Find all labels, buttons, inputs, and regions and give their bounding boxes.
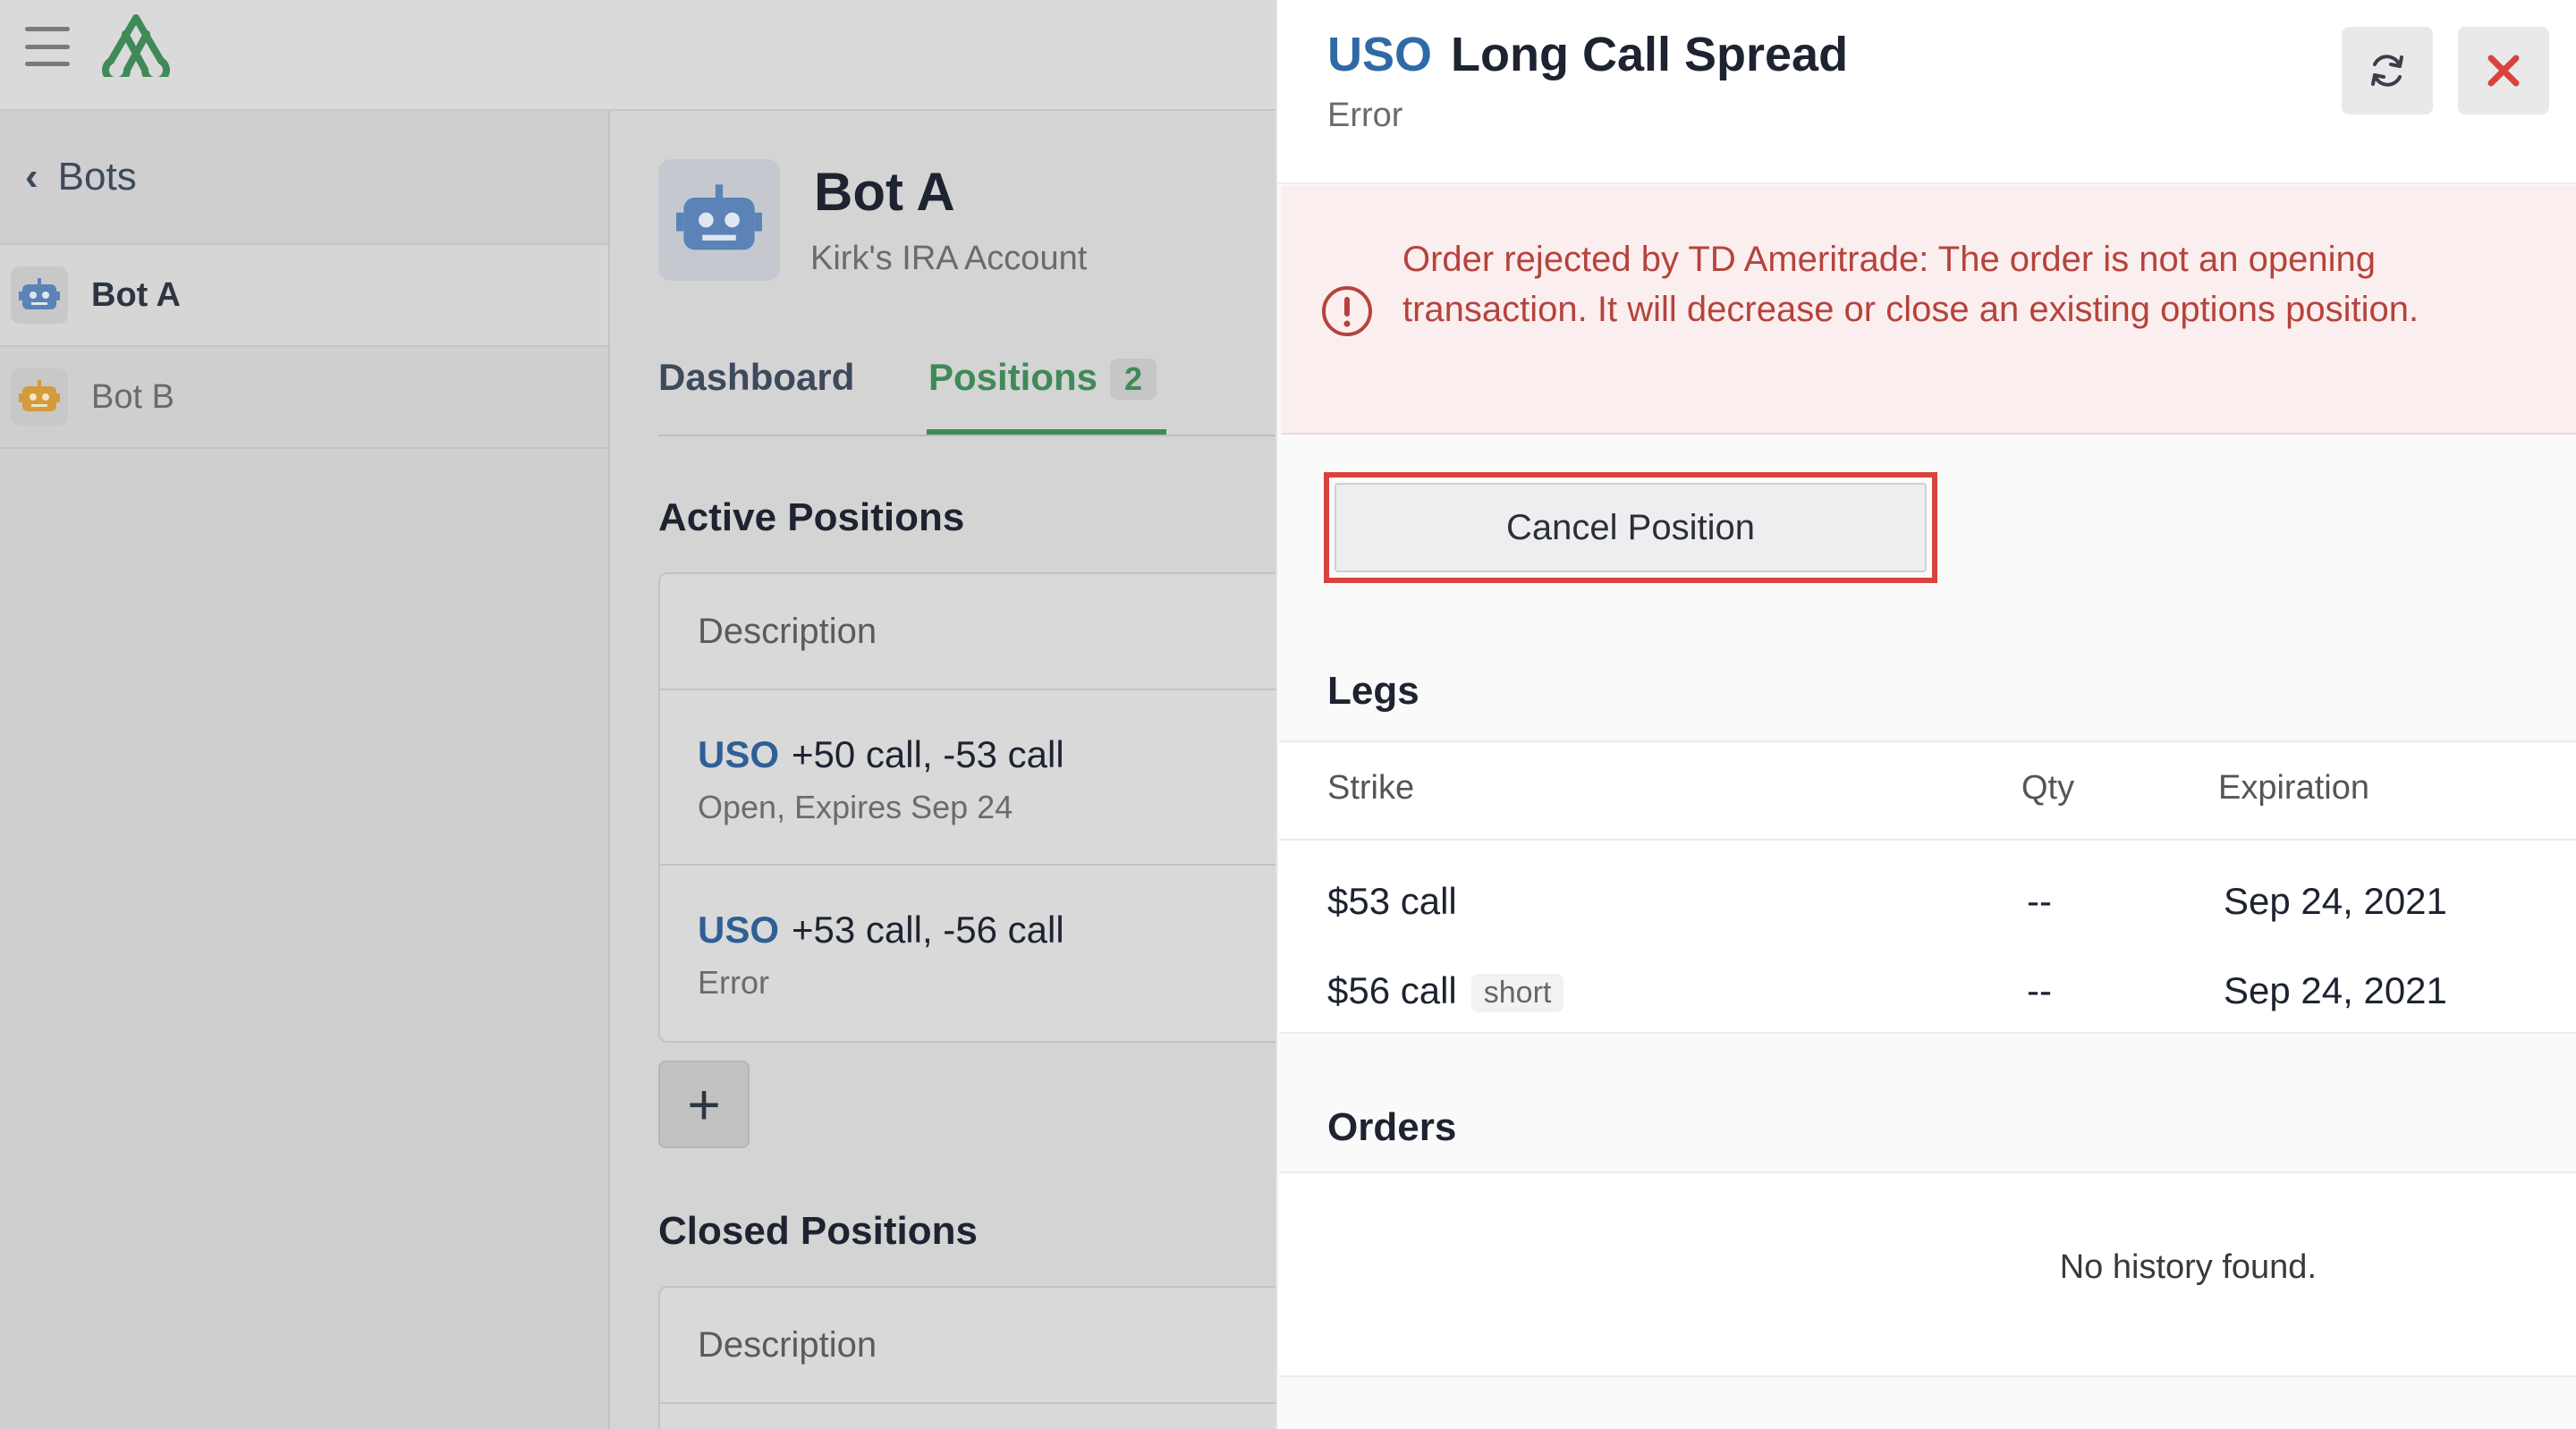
orders-title: Orders xyxy=(1327,1105,1457,1149)
ticker: USO xyxy=(698,909,780,951)
bot-title: Bot A xyxy=(814,162,955,222)
drawer-title: Long Call Spread xyxy=(1451,28,1849,81)
close-icon xyxy=(2487,55,2520,87)
robot-icon xyxy=(11,266,68,324)
main-content: Bot A Kirk's IRA Account Dashboard Posit… xyxy=(612,111,1338,1429)
bot-account-name: Kirk's IRA Account xyxy=(810,240,1088,277)
position-legs: +50 call, -53 call xyxy=(792,733,1064,775)
menu-icon[interactable] xyxy=(25,27,70,66)
orders-table: No history found. xyxy=(1279,1171,2576,1377)
position-status: Open, Expires Sep 24 xyxy=(698,789,1013,825)
tab-label: Positions xyxy=(928,356,1098,398)
error-banner: Order rejected by TD Ameritrade: The ord… xyxy=(1281,186,2576,435)
column-header-strike: Strike xyxy=(1327,769,1415,807)
column-header-expiration: Expiration xyxy=(2218,769,2369,807)
leg-strike: $53 call xyxy=(1327,880,1457,922)
leg-expiration: Sep 24, 2021 xyxy=(2224,880,2447,922)
leg-strike-cell: $56 call short xyxy=(1327,969,1564,1013)
robot-icon xyxy=(658,159,780,281)
active-positions-title: Active Positions xyxy=(658,495,965,539)
tab-dashboard[interactable]: Dashboard xyxy=(658,356,854,399)
table-header: Description xyxy=(660,1288,1336,1404)
tab-positions[interactable]: Positions 2 xyxy=(928,356,1157,400)
position-legs: +53 call, -56 call xyxy=(792,909,1064,951)
table-row: $56 call short -- Sep 24, 2021 xyxy=(1279,943,2576,1032)
empty-orders-message: No history found. xyxy=(2059,1248,2317,1286)
sidebar-item-bot-a[interactable]: Bot A xyxy=(0,245,608,347)
add-position-button[interactable]: + xyxy=(658,1061,750,1148)
active-tab-indicator xyxy=(927,429,1166,435)
cancel-position-button[interactable]: Cancel Position xyxy=(1335,483,1927,572)
legs-table: Strike Qty Expiration $53 call -- Sep 24… xyxy=(1279,740,2576,1034)
position-description: USO +50 call, -53 call xyxy=(698,733,1336,776)
position-detail-drawer: USO Long Call Spread Error Order rejecte… xyxy=(1275,0,2576,1429)
table-row[interactable]: USO +53 call, -56 call Error xyxy=(660,866,1336,1041)
table-row[interactable]: USO +50 call, -53 call Open, Expires Sep … xyxy=(660,690,1336,866)
ticker: USO xyxy=(698,733,780,775)
close-button[interactable] xyxy=(2458,27,2549,114)
short-badge: short xyxy=(1470,974,1564,1013)
legs-table-header: Strike Qty Expiration xyxy=(1279,742,2576,841)
position-status: Error xyxy=(698,964,769,1001)
position-description: USO +53 call, -56 call xyxy=(698,909,1336,951)
tab-bar: Dashboard Positions2 Au xyxy=(658,338,1333,436)
closed-positions-table: Description xyxy=(658,1286,1338,1429)
leg-qty: -- xyxy=(2027,969,2052,1011)
leg-qty: -- xyxy=(2027,880,2052,922)
drawer-header: USO Long Call Spread Error xyxy=(1277,0,2576,184)
legs-title: Legs xyxy=(1327,669,1419,713)
robot-icon xyxy=(11,368,68,426)
tab-label: Dashboard xyxy=(658,356,855,398)
sidebar-item-bot-b[interactable]: Bot B xyxy=(0,347,608,449)
sidebar-item-label: Bot A xyxy=(91,275,181,314)
drawer-status: Error xyxy=(1327,97,1403,134)
positions-count-badge: 2 xyxy=(1110,359,1157,400)
alert-circle-icon xyxy=(1322,286,1372,336)
chevron-left-icon: ‹ xyxy=(25,155,38,199)
leg-expiration: Sep 24, 2021 xyxy=(2224,969,2447,1011)
refresh-button[interactable] xyxy=(2342,27,2433,114)
active-positions-table: Description USO +50 call, -53 call Open, … xyxy=(658,572,1338,1043)
app-logo-icon[interactable] xyxy=(100,13,172,77)
error-message: Order rejected by TD Ameritrade: The ord… xyxy=(1402,240,2419,329)
drawer-ticker: USO xyxy=(1327,28,1433,81)
closed-positions-title: Closed Positions xyxy=(658,1209,978,1253)
table-header: Description xyxy=(660,574,1336,690)
column-header-qty: Qty xyxy=(2021,769,2075,807)
back-label: Bots xyxy=(57,155,137,199)
cancel-position-highlight: Cancel Position xyxy=(1324,472,1937,583)
table-row: $53 call -- Sep 24, 2021 xyxy=(1279,853,2576,943)
back-to-bots-link[interactable]: ‹ Bots xyxy=(0,111,608,245)
refresh-icon xyxy=(2371,55,2403,87)
sidebar-item-label: Bot B xyxy=(91,377,174,416)
leg-strike: $56 call xyxy=(1327,969,1457,1011)
sidebar: ‹ Bots Bot A Bot B xyxy=(0,111,610,1429)
